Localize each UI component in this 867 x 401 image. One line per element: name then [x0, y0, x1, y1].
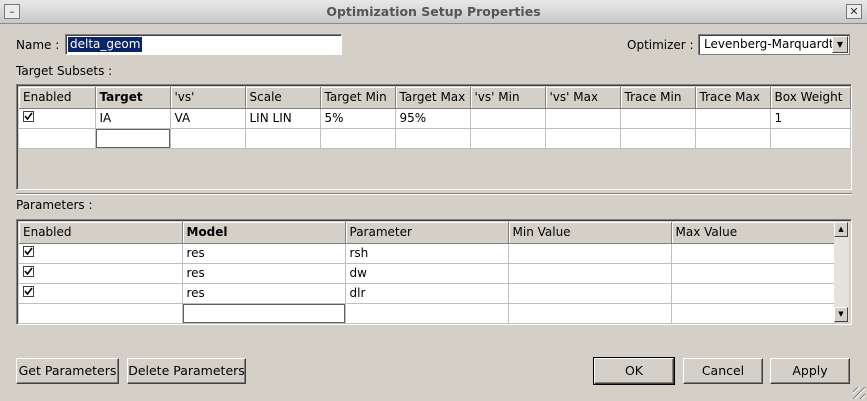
column-header-target[interactable]: Target — [95, 87, 171, 109]
parameters-table[interactable]: Enabled Model Parameter Min Value Max Va… — [16, 219, 852, 325]
table-row[interactable] — [19, 128, 851, 149]
enabled-cell[interactable] — [19, 108, 96, 129]
column-header-vs-min[interactable]: 'vs' Min — [470, 87, 546, 109]
parameters-label: Parameters : — [16, 198, 93, 212]
enabled-cell[interactable] — [19, 303, 183, 324]
column-header-enabled[interactable]: Enabled — [19, 87, 96, 109]
target-max-cell[interactable] — [395, 128, 471, 149]
parameter-cell[interactable]: rsh — [345, 243, 509, 264]
trace-max-cell[interactable] — [695, 108, 771, 129]
target-min-cell[interactable] — [320, 128, 396, 149]
column-header-min-value[interactable]: Min Value — [508, 222, 672, 244]
max-value-cell[interactable] — [671, 303, 835, 324]
apply-button[interactable]: Apply — [770, 358, 850, 384]
max-value-cell[interactable] — [671, 283, 835, 304]
table-row[interactable]: IA VA LIN LIN 5% 95% 1 — [19, 108, 851, 129]
min-value-cell[interactable] — [508, 243, 672, 264]
column-header-vs-max[interactable]: 'vs' Max — [545, 87, 621, 109]
enabled-cell[interactable] — [19, 283, 183, 304]
min-value-cell[interactable] — [508, 303, 672, 324]
trace-max-cell[interactable] — [695, 128, 771, 149]
column-header-box-weight[interactable]: Box Weight — [770, 87, 851, 109]
scale-cell[interactable]: LIN LIN — [245, 108, 321, 129]
table-row[interactable] — [19, 303, 835, 324]
column-header-vs[interactable]: 'vs' — [170, 87, 246, 109]
check-icon[interactable] — [23, 111, 34, 122]
vs-min-cell[interactable] — [470, 128, 546, 149]
trace-min-cell[interactable] — [620, 128, 696, 149]
table-row[interactable]: res dw — [19, 263, 835, 284]
optimizer-select-value: Levenberg-Marquardt — [704, 37, 834, 51]
parameter-cell[interactable] — [345, 303, 509, 324]
box-weight-cell[interactable] — [770, 128, 851, 149]
vs-cell[interactable]: VA — [170, 108, 246, 129]
column-header-target-max[interactable]: Target Max — [395, 87, 471, 109]
model-cell[interactable]: res — [182, 263, 346, 284]
chevron-down-icon[interactable]: ▼ — [832, 36, 848, 53]
vs-max-cell[interactable] — [545, 108, 621, 129]
optimizer-label: Optimizer : — [627, 38, 694, 52]
check-icon[interactable] — [23, 266, 34, 277]
name-label-text: Name : — [16, 38, 60, 52]
scroll-down-icon[interactable]: ▼ — [834, 307, 848, 322]
target-subsets-table[interactable]: Enabled Target 'vs' Scale Target Min Tar… — [16, 84, 852, 190]
minimize-button[interactable]: – — [4, 4, 20, 19]
model-cell[interactable] — [182, 303, 346, 324]
vs-min-cell[interactable] — [470, 108, 546, 129]
max-value-cell[interactable] — [671, 263, 835, 284]
model-cell[interactable]: res — [182, 283, 346, 304]
column-header-scale[interactable]: Scale — [245, 87, 321, 109]
target-max-cell[interactable]: 95% — [395, 108, 471, 129]
column-header-trace-min[interactable]: Trace Min — [620, 87, 696, 109]
vs-max-cell[interactable] — [545, 128, 621, 149]
column-header-target-min[interactable]: Target Min — [320, 87, 396, 109]
scale-cell[interactable] — [245, 128, 321, 149]
trace-min-cell[interactable] — [620, 108, 696, 129]
max-value-cell[interactable] — [671, 243, 835, 264]
parameters-grid: Enabled Model Parameter Min Value Max Va… — [19, 222, 835, 324]
window-title: Optimization Setup Properties — [326, 4, 541, 19]
min-value-cell[interactable] — [508, 263, 672, 284]
resize-grip-icon[interactable] — [853, 387, 865, 399]
check-icon[interactable] — [23, 286, 34, 297]
column-header-model[interactable]: Model — [182, 222, 346, 244]
target-cell[interactable]: IA — [95, 108, 171, 129]
target-cell[interactable] — [95, 128, 171, 149]
name-input-value: delta_geom — [68, 37, 143, 52]
close-button[interactable]: ✕ — [846, 4, 862, 19]
table-row[interactable]: res dlr — [19, 283, 835, 304]
target-subsets-grid: Enabled Target 'vs' Scale Target Min Tar… — [19, 87, 851, 149]
name-input[interactable]: delta_geom — [65, 34, 342, 55]
model-cell[interactable]: res — [182, 243, 346, 264]
separator — [16, 193, 852, 195]
cancel-button[interactable]: Cancel — [683, 358, 763, 384]
vs-cell[interactable] — [170, 128, 246, 149]
delete-parameters-button[interactable]: Delete Parameters — [127, 358, 246, 384]
check-icon[interactable] — [23, 246, 34, 257]
column-header-trace-max[interactable]: Trace Max — [695, 87, 771, 109]
column-header-max-value[interactable]: Max Value — [671, 222, 835, 244]
table-row[interactable]: res rsh — [19, 243, 835, 264]
optimizer-select[interactable]: Levenberg-Marquardt ▼ — [698, 34, 850, 55]
target-min-cell[interactable]: 5% — [320, 108, 396, 129]
column-header-parameter[interactable]: Parameter — [345, 222, 509, 244]
scroll-up-icon[interactable]: ▲ — [834, 222, 848, 237]
get-parameters-button[interactable]: Get Parameters — [16, 358, 119, 384]
enabled-cell[interactable] — [19, 263, 183, 284]
parameter-cell[interactable]: dw — [345, 263, 509, 284]
min-value-cell[interactable] — [508, 283, 672, 304]
enabled-cell[interactable] — [19, 243, 183, 264]
enabled-cell[interactable] — [19, 128, 96, 149]
target-subsets-label: Target Subsets : — [16, 64, 113, 78]
parameters-scrollbar[interactable]: ▲ ▼ — [834, 222, 849, 322]
ok-button[interactable]: OK — [593, 357, 675, 385]
column-header-enabled[interactable]: Enabled — [19, 222, 183, 244]
name-label: Name : — [16, 37, 59, 53]
box-weight-cell[interactable]: 1 — [770, 108, 851, 129]
parameter-cell[interactable]: dlr — [345, 283, 509, 304]
